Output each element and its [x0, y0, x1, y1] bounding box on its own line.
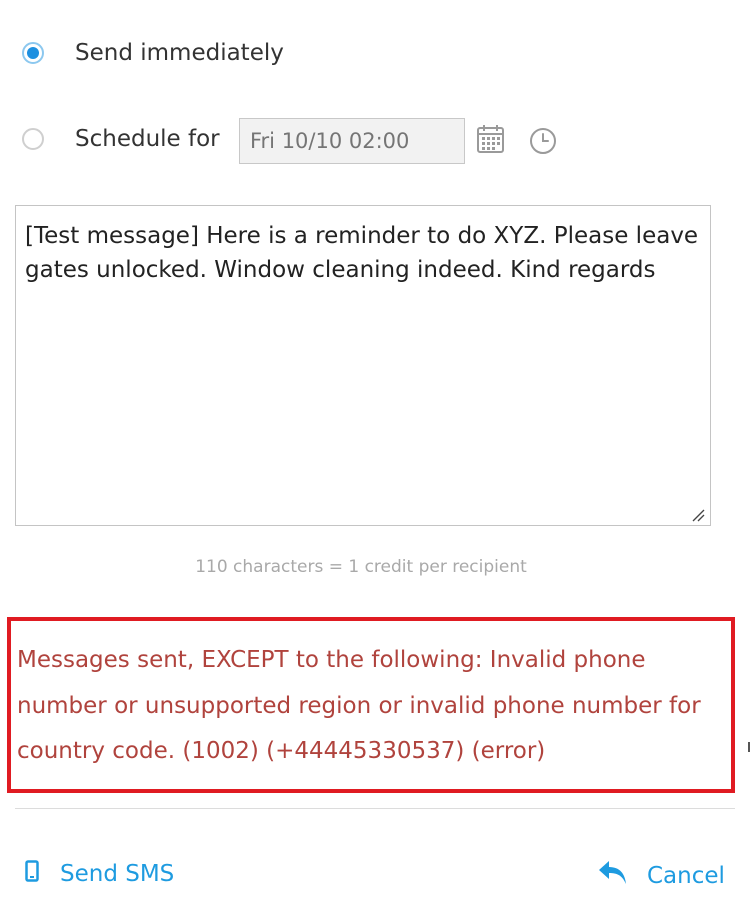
error-message-text: Messages sent, EXCEPT to the following: …: [17, 647, 701, 764]
send-sms-button[interactable]: Send SMS: [25, 860, 174, 888]
send-immediately-radio[interactable]: [22, 42, 44, 64]
schedule-datetime-input[interactable]: [239, 118, 465, 164]
schedule-label[interactable]: Schedule for: [75, 126, 220, 152]
reply-icon: [598, 860, 628, 892]
clock-icon[interactable]: [529, 127, 557, 159]
edge-marker: [748, 742, 750, 752]
schedule-radio[interactable]: [22, 128, 44, 150]
calendar-icon[interactable]: [476, 124, 506, 158]
resize-grip-icon[interactable]: [690, 507, 706, 527]
send-immediately-option[interactable]: Send immediately: [22, 40, 284, 66]
sms-dialog: Send immediately Schedule for [Test mess…: [0, 0, 752, 922]
message-textarea[interactable]: [Test message] Here is a reminder to do …: [15, 205, 711, 526]
cancel-label[interactable]: Cancel: [647, 863, 725, 889]
schedule-option[interactable]: Schedule for: [22, 126, 220, 152]
error-message-box: Messages sent, EXCEPT to the following: …: [7, 617, 735, 793]
cancel-button[interactable]: Cancel: [598, 860, 725, 892]
phone-icon: [25, 860, 39, 888]
footer-divider: [15, 808, 735, 809]
send-immediately-label[interactable]: Send immediately: [75, 40, 284, 66]
send-sms-label[interactable]: Send SMS: [60, 861, 174, 887]
character-count: 110 characters = 1 credit per recipient: [195, 557, 527, 577]
